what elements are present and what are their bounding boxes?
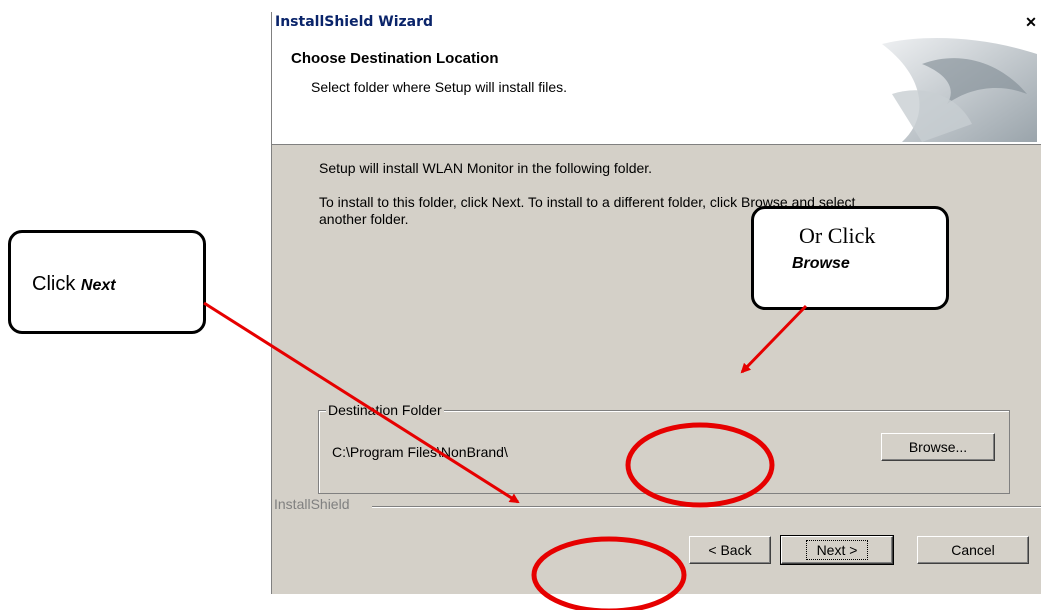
installshield-brand: InstallShield <box>274 496 354 512</box>
cancel-button[interactable]: Cancel <box>917 536 1029 564</box>
wizard-graphic-icon <box>882 38 1037 142</box>
window-title: InstallShield Wizard <box>275 14 434 30</box>
click-next-prefix: Click <box>32 273 81 295</box>
install-info-text: Setup will install WLAN Monitor in the f… <box>319 160 653 176</box>
destination-path: C:\Program Files\NonBrand\ <box>332 444 508 460</box>
browse-button[interactable]: Browse... <box>881 433 995 461</box>
browse-button-label: Browse... <box>908 439 968 455</box>
click-next-text: Click Next <box>32 273 116 296</box>
next-button-label: Next > <box>805 540 869 560</box>
instructions-line-2: another folder. <box>319 211 409 227</box>
page-subtitle: Select folder where Setup will install f… <box>311 79 568 95</box>
cancel-button-label: Cancel <box>951 542 995 558</box>
title-bar: InstallShield Wizard ✕ <box>272 12 1041 34</box>
click-next-callout: Click Next <box>8 230 206 334</box>
back-button-label: < Back <box>708 542 752 558</box>
click-browse-word: Browse <box>792 255 850 272</box>
next-button[interactable]: Next > <box>780 535 894 565</box>
footer-divider <box>372 506 1041 508</box>
back-button[interactable]: < Back <box>689 536 771 564</box>
page-title: Choose Destination Location <box>291 50 499 67</box>
click-browse-callout: Or Click Browse <box>751 206 949 310</box>
destination-folder-label: Destination Folder <box>326 402 444 418</box>
click-browse-prefix: Or Click <box>799 223 876 248</box>
wizard-header: Choose Destination Location Select folde… <box>272 34 1041 145</box>
close-icon[interactable]: ✕ <box>1023 14 1039 30</box>
click-next-word: Next <box>80 277 116 294</box>
